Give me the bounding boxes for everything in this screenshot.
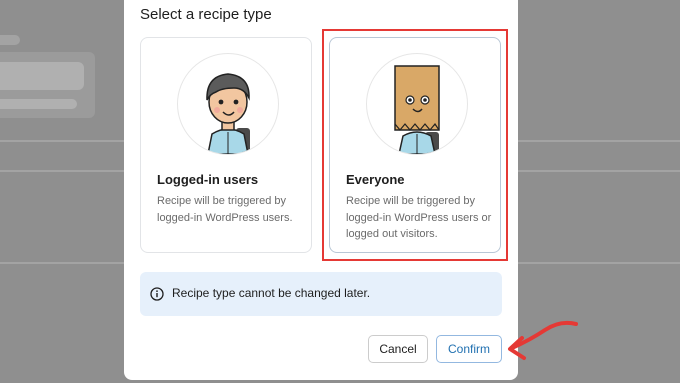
- modal-title: Select a recipe type: [140, 6, 272, 23]
- option-title: Everyone: [346, 172, 405, 187]
- background-divider: [0, 262, 124, 264]
- background-divider: [518, 262, 680, 264]
- confirm-button[interactable]: Confirm: [436, 335, 502, 363]
- option-title: Logged-in users: [157, 172, 259, 187]
- background-divider: [0, 170, 124, 172]
- option-everyone[interactable]: Everyone Recipe will be triggered by log…: [329, 37, 501, 253]
- option-logged-in-users[interactable]: Logged-in users Recipe will be triggered…: [140, 37, 312, 253]
- notice-box: Recipe type cannot be changed later.: [140, 272, 502, 316]
- background-divider: [0, 140, 124, 142]
- background-placeholder: [0, 35, 20, 45]
- background-divider: [518, 140, 680, 142]
- notice-text: Recipe type cannot be changed later.: [172, 286, 371, 300]
- background-placeholder: [0, 99, 77, 109]
- cancel-button[interactable]: Cancel: [368, 335, 428, 363]
- person-avatar-illustration: [177, 53, 279, 155]
- option-description: Recipe will be triggered by logged-in Wo…: [157, 195, 293, 224]
- info-icon: [150, 287, 164, 301]
- red-arrow-annotation-icon: [508, 320, 578, 360]
- option-description: Recipe will be triggered by logged-in Wo…: [346, 195, 492, 240]
- background-divider: [518, 170, 680, 172]
- paper-bag-head-illustration: [366, 53, 468, 155]
- background-placeholder: [0, 62, 84, 90]
- recipe-type-modal: Select a recipe type Logged-in users Rec…: [124, 0, 518, 380]
